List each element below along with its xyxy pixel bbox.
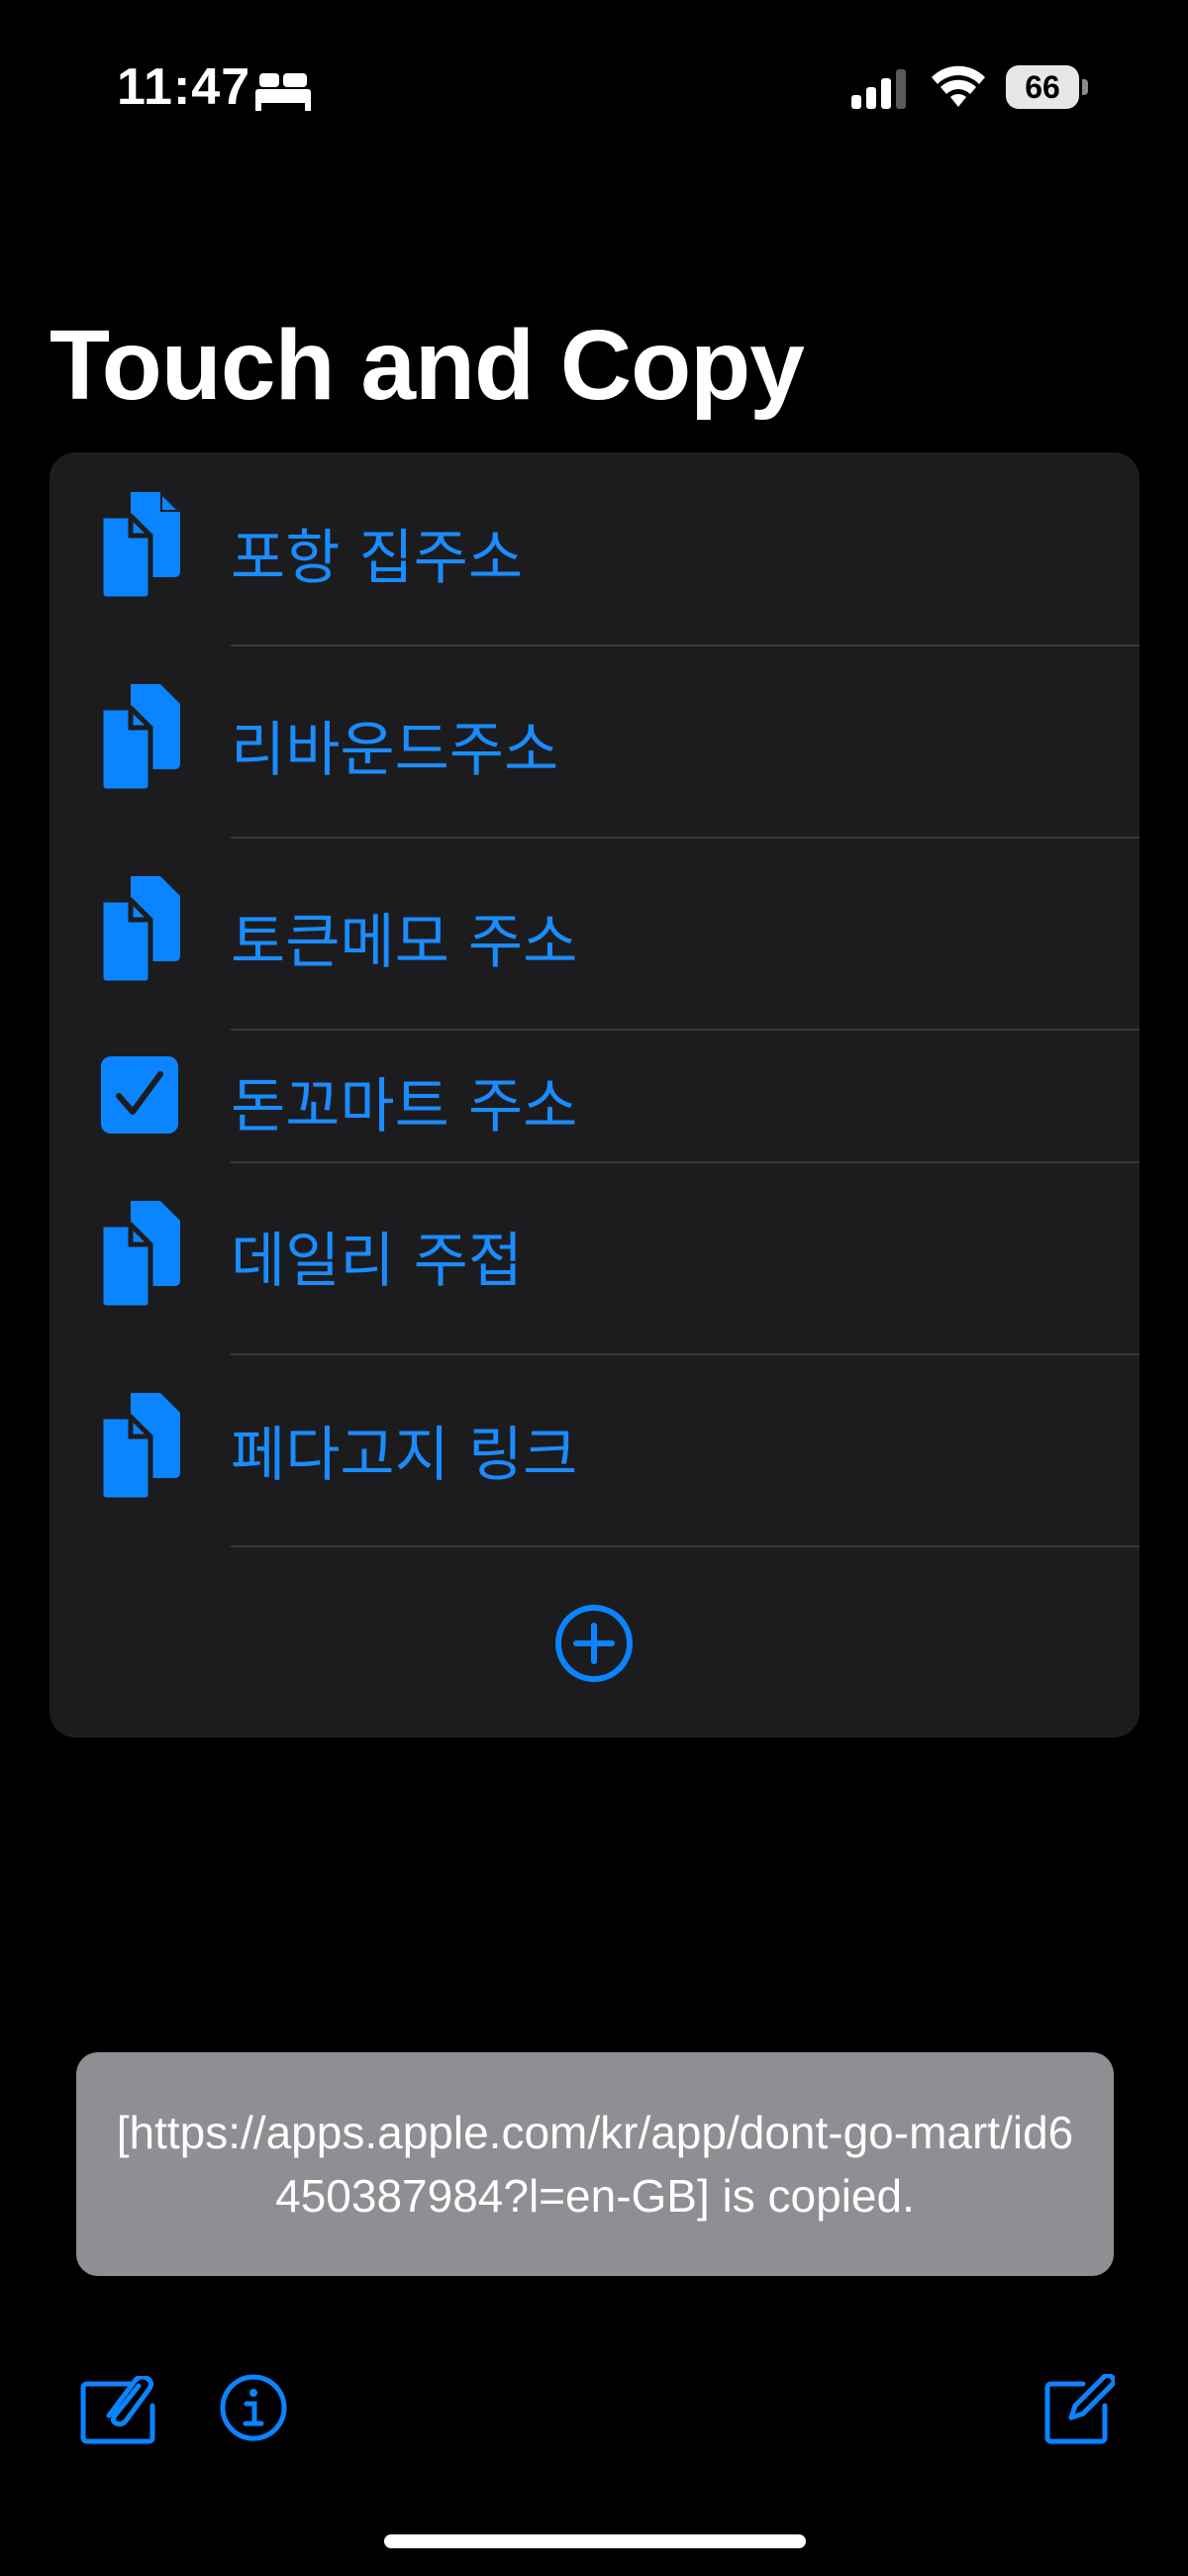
copy-documents-icon	[98, 876, 180, 985]
list-item-dontgomart-address[interactable]: 돈꼬마트 주소	[50, 1031, 1139, 1161]
toast-message: [https://apps.apple.com/kr/app/dont-go-m…	[116, 2107, 1074, 2222]
cellular-signal-icon	[851, 69, 906, 109]
compose-icon[interactable]	[1043, 2374, 1115, 2445]
item-label: 리바운드주소	[231, 716, 559, 785]
battery-level: 66	[1006, 65, 1079, 109]
copy-documents-icon	[98, 684, 180, 793]
copied-toast: [https://apps.apple.com/kr/app/dont-go-m…	[76, 2052, 1114, 2276]
list-item-pedagogy-link[interactable]: 페다고지 링크	[50, 1355, 1139, 1545]
checkmark-square-icon	[101, 1056, 178, 1134]
list-item-pohang-address[interactable]: 포항 집주소	[50, 452, 1139, 644]
item-label: 데일리 주접	[231, 1227, 524, 1296]
add-item-button[interactable]	[554, 1604, 634, 1683]
copy-documents-icon	[98, 1393, 180, 1502]
copy-documents-icon	[98, 492, 180, 601]
item-label: 포항 집주소	[231, 524, 524, 593]
copy-item-list: 포항 집주소 리바운드주소 토큰메모 주소 돈꼬마트 주소 데일리 주접 페다고…	[50, 452, 1139, 1737]
item-label: 돈꼬마트 주소	[231, 1072, 578, 1141]
battery-icon: 66	[1006, 65, 1088, 109]
info-circle-icon[interactable]	[220, 2374, 287, 2441]
list-item-daily-jujeop[interactable]: 데일리 주접	[50, 1163, 1139, 1353]
item-label: 페다고지 링크	[231, 1421, 578, 1490]
home-indicator[interactable]	[384, 2534, 806, 2548]
wifi-icon	[932, 65, 985, 107]
status-time: 11:47	[117, 58, 251, 116]
divider	[231, 1545, 1139, 1547]
item-label: 토큰메모 주소	[231, 908, 578, 977]
battery-cap	[1082, 79, 1088, 95]
list-item-rebound-address[interactable]: 리바운드주소	[50, 646, 1139, 837]
bed-icon	[255, 73, 311, 111]
copy-documents-icon	[98, 1201, 180, 1310]
list-item-tokenmemo-address[interactable]: 토큰메모 주소	[50, 839, 1139, 1029]
page-title: Touch and Copy	[50, 310, 805, 421]
clipboard-attach-icon[interactable]	[79, 2376, 160, 2445]
